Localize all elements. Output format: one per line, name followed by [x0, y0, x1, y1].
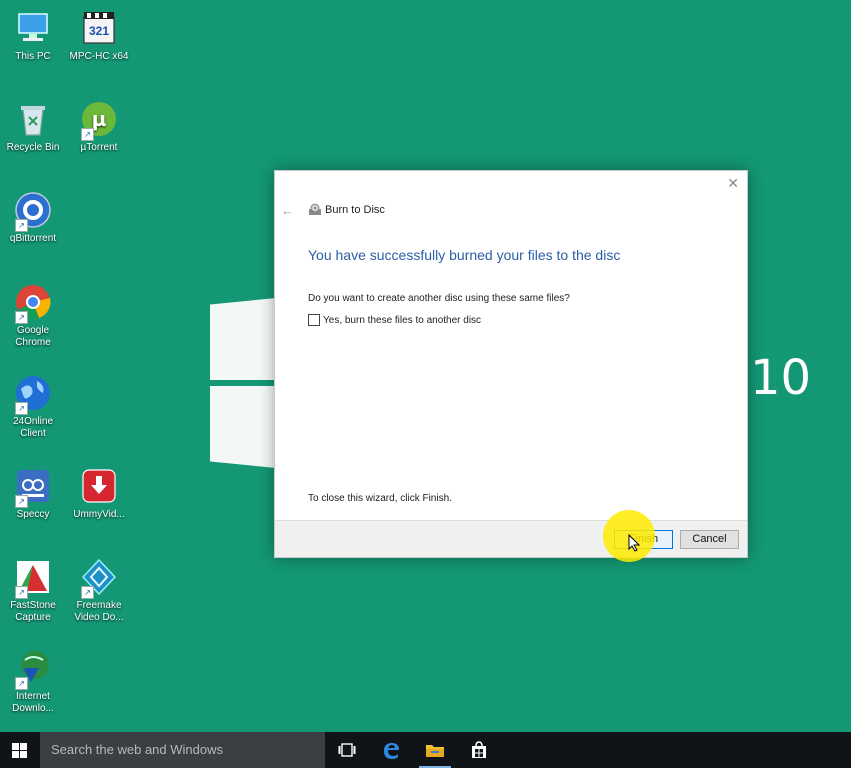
desktop-icon-freemake-video[interactable]: ↗ Freemake Video Do...: [66, 557, 132, 624]
dialog-footnote: To close this wizard, click Finish.: [308, 493, 452, 504]
desktop-icon-recycle-bin[interactable]: Recycle Bin: [0, 99, 66, 154]
globe-icon: ↗: [13, 373, 53, 415]
desktop-icon-label: Internet Downlo...: [12, 691, 54, 714]
desktop-icon-google-chrome[interactable]: ↗ Google Chrome: [0, 282, 66, 349]
finish-button[interactable]: Finish: [614, 530, 673, 549]
checkbox-label: Yes, burn these files to another disc: [323, 314, 482, 326]
desktop-icon-mpc-hc[interactable]: 321 MPC-HC x64: [66, 8, 132, 63]
shortcut-arrow-icon: ↗: [15, 311, 28, 324]
dialog-title: Burn to Disc: [325, 204, 385, 216]
desktop-icon-24online-client[interactable]: ↗ 24Online Client: [0, 373, 66, 440]
store-bag-icon: [472, 741, 486, 758]
shortcut-arrow-icon: ↗: [15, 586, 28, 599]
shortcut-arrow-icon: ↗: [15, 402, 28, 415]
desktop-icon-ummyvideo[interactable]: UmmyVid...: [66, 466, 132, 521]
folder-icon: [426, 745, 444, 757]
download-arrow-icon: [79, 466, 119, 506]
desktop-icon-qbittorrent[interactable]: ↗ qBittorrent: [0, 190, 66, 245]
desktop-icon-utorrent[interactable]: µ ↗ µTorrent: [66, 99, 132, 154]
qbittorrent-icon: ↗: [13, 190, 53, 232]
disc-drive-icon: [308, 203, 322, 217]
windows-logo-icon: [12, 743, 27, 758]
burn-to-disc-dialog: ✕ ← Burn to Disc You have successfully b…: [274, 170, 748, 558]
checkbox-box[interactable]: [308, 314, 320, 326]
desktop-icon-label: qBittorrent: [9, 233, 57, 244]
mpc-badge: 321: [89, 24, 110, 38]
shortcut-arrow-icon: ↗: [81, 128, 94, 141]
close-icon[interactable]: ✕: [727, 175, 739, 192]
shortcut-arrow-icon: ↗: [81, 586, 94, 599]
desktop-icon-speccy[interactable]: ↗ Speccy: [0, 466, 66, 521]
speccy-icon: ↗: [13, 466, 53, 508]
wallpaper-ten: 10: [750, 350, 812, 406]
shortcut-arrow-icon: ↗: [15, 495, 28, 508]
desktop-icon-label: UmmyVid...: [73, 509, 125, 520]
dialog-heading: You have successfully burned your files …: [308, 247, 621, 263]
desktop-icon-label: µTorrent: [80, 142, 118, 153]
desktop-icon-label: Recycle Bin: [6, 142, 60, 153]
task-view-button[interactable]: [325, 732, 369, 768]
edge-button[interactable]: [369, 732, 413, 768]
taskbar: Search the web and Windows: [0, 732, 851, 768]
film-clapper-icon: 321: [79, 8, 119, 48]
desktop-icon-label: Google Chrome: [15, 325, 51, 348]
desktop-icon-label: This PC: [15, 51, 51, 62]
task-view-icon: [338, 743, 356, 757]
burn-again-checkbox[interactable]: Yes, burn these files to another disc: [308, 314, 481, 326]
back-arrow-icon[interactable]: ←: [281, 203, 294, 218]
desktop-icon-label: Freemake Video Do...: [74, 600, 124, 623]
globe-download-icon: ↗: [13, 648, 53, 690]
file-explorer-button[interactable]: [413, 732, 457, 768]
dialog-question: Do you want to create another disc using…: [308, 293, 570, 304]
utorrent-icon: µ ↗: [79, 99, 119, 141]
desktop-icon-label: 24Online Client: [12, 416, 54, 439]
recycle-bin-icon: [13, 99, 53, 139]
desktop-icon-label: Speccy: [16, 509, 50, 520]
desktop-icon-internet-download-manager[interactable]: ↗ Internet Downlo...: [0, 648, 66, 715]
shortcut-arrow-icon: ↗: [15, 677, 28, 690]
freemake-icon: ↗: [79, 557, 119, 599]
desktop-icon-label: MPC-HC x64: [69, 51, 129, 62]
wallpaper-windows-logo: [210, 298, 276, 468]
desktop-icon-label: FastStone Capture: [10, 600, 56, 623]
computer-icon: [13, 8, 53, 48]
start-button[interactable]: [0, 732, 40, 768]
desktop-icon-this-pc[interactable]: This PC: [0, 8, 66, 63]
shortcut-arrow-icon: ↗: [15, 219, 28, 232]
edge-icon: [384, 743, 399, 759]
search-box[interactable]: Search the web and Windows: [40, 732, 325, 768]
store-button[interactable]: [457, 732, 501, 768]
dialog-button-bar: Finish Cancel: [275, 520, 747, 557]
faststone-icon: ↗: [13, 557, 53, 599]
desktop-icon-faststone-capture[interactable]: ↗ FastStone Capture: [0, 557, 66, 624]
chrome-icon: ↗: [13, 282, 53, 324]
cancel-button: Cancel: [680, 530, 739, 549]
